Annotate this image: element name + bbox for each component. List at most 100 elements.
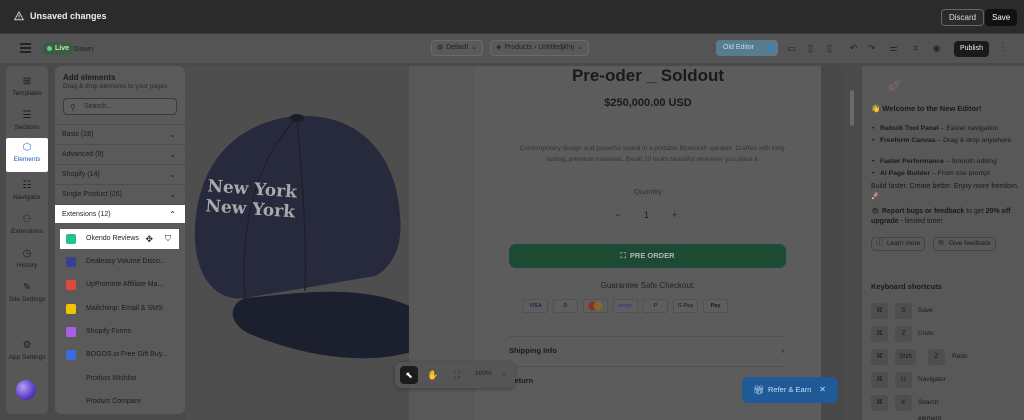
key: Z — [928, 349, 945, 365]
close-icon[interactable]: ✕ — [819, 377, 826, 403]
minus-icon[interactable]: − — [615, 210, 620, 220]
rail-item-label: Templates — [12, 90, 42, 97]
zoom-level[interactable]: 100% — [475, 370, 492, 377]
extension-product-compare[interactable]: Product Compare — [60, 392, 180, 412]
desktop-icon[interactable]: ▭ — [786, 43, 797, 54]
hand-tool-icon[interactable]: ✋ — [424, 366, 442, 384]
extension-uppromote[interactable]: UpPromote Affiliate Ma... — [60, 275, 180, 295]
extension-bogos[interactable]: BOGOS.io Free Gift Buy... — [60, 345, 180, 365]
rail-item-label: Extensions — [11, 228, 43, 235]
rail-item-elements[interactable]: ⬡ Elements — [6, 138, 48, 172]
rail-item-label: Elements — [13, 156, 41, 163]
visa-icon: VISA — [523, 299, 548, 313]
rail-item-label: Site Settings — [8, 296, 46, 303]
extension-okendo-reviews[interactable]: Okendo Reviews ✥ ⛉ — [60, 229, 179, 249]
extension-dealeasy[interactable]: Dealeasy Volume Disco... — [60, 252, 180, 272]
uppromote-logo-icon — [66, 280, 76, 290]
tablet-icon[interactable]: ▯ — [805, 43, 816, 54]
learn-more-button[interactable]: ⓘ Learn more — [871, 237, 926, 251]
paypal-icon: P — [643, 299, 668, 313]
chevron-down-icon[interactable]: ⌄ — [501, 369, 507, 377]
extension-label: UpPromote Affiliate Ma... — [86, 281, 164, 288]
shortcut-desc: Redo — [952, 353, 968, 360]
more-options-icon[interactable]: ⋮ — [998, 42, 1008, 53]
give-feedback-button[interactable]: ✉ Give feedback — [933, 237, 996, 251]
payment-icons: VISA D stripe P G Pay Pay — [523, 299, 728, 313]
rail-item-navigator[interactable]: ☷ Navigator — [6, 176, 48, 208]
welcome-title: 👋 Welcome to the New Editor! — [871, 104, 982, 113]
chevron-down-icon: ⌄ — [169, 170, 176, 179]
discard-button[interactable]: Discard — [941, 9, 985, 26]
rail-item-extensions[interactable]: ⚇ Extensions — [6, 210, 48, 242]
diners-icon: D — [553, 299, 578, 313]
feature-item: Rebuilt Tool Panel – Easier navigation — [872, 124, 1022, 133]
drag-move-icon[interactable]: ✥ — [145, 229, 153, 249]
canvas-toolbar: ⬉ ✋ ⛶ 100% ⌄ — [395, 362, 515, 388]
rail-item-history[interactable]: ◷ History — [6, 244, 48, 276]
quantity-label: Quantity — [634, 187, 662, 196]
code-icon[interactable]: ⌗ — [910, 43, 921, 54]
extension-shopify-forms[interactable]: Shopify Forms — [60, 322, 180, 342]
chevron-right-icon: › — [781, 346, 785, 355]
chevron-down-icon: ⌄ — [169, 150, 176, 159]
save-button[interactable]: Save — [985, 9, 1018, 26]
rail-item-sections[interactable]: ☰ Sections — [6, 106, 48, 138]
settings-sliders-icon[interactable]: ⚌ — [888, 43, 899, 54]
okendo-logo-icon — [66, 234, 76, 244]
panel-subtitle: Drag & drop elements to your pages — [63, 83, 168, 90]
page-select[interactable]: ◈ Products › Untitledjkhij ⌄ — [490, 40, 589, 56]
extension-product-wishlist[interactable]: Product Wishlist — [60, 369, 180, 389]
category-basic[interactable]: Basic (28) ⌄ — [55, 124, 185, 143]
sections-icon: ☰ — [22, 110, 32, 121]
category-advanced[interactable]: Advanced (9) ⌄ — [55, 144, 185, 163]
tagline: Build faster. Create better. Enjoy more … — [871, 183, 1019, 200]
category-shopify[interactable]: Shopify (14) ⌄ — [55, 164, 185, 183]
shortcut-desc: Navigator — [918, 376, 946, 383]
navigator-icon: ☷ — [22, 180, 32, 191]
preview-eye-icon[interactable]: ◉ — [931, 43, 942, 54]
undo-icon[interactable]: ↶ — [848, 43, 859, 54]
add-elements-panel: Add elements Drag & drop elements to you… — [55, 66, 185, 414]
shortcut-desc: Search element — [918, 399, 942, 420]
template-select[interactable]: ◍ Default ⌄ — [431, 40, 484, 56]
plus-icon[interactable]: + — [672, 210, 677, 220]
refer-earn-button[interactable]: 🎁︎ Refer & Earn ✕ — [742, 377, 838, 403]
preorder-button[interactable]: ⛶ PRE ORDER — [509, 244, 786, 268]
safe-checkout-label: Guarantee Safe Checkout: — [600, 281, 696, 290]
category-extensions[interactable]: Extensions (12) ⌃ — [55, 204, 185, 223]
scrollbar-thumb[interactable] — [850, 90, 854, 126]
category-label: Basic (28) — [62, 131, 94, 138]
key-cmd: ⌘ — [871, 395, 888, 411]
menu-icon[interactable] — [20, 43, 31, 53]
chevron-down-icon: ⌄ — [169, 190, 176, 199]
page-breadcrumb: Products › Untitledjkhij — [504, 44, 575, 51]
category-label: Advanced (9) — [62, 151, 104, 158]
quantity-stepper[interactable]: − 1 + — [609, 206, 685, 226]
product-description[interactable]: Contemporary design and powerful sound i… — [518, 143, 788, 165]
feature-item: Faster Performance – Smooth editing — [872, 157, 1022, 166]
rail-item-templates[interactable]: ⊞ Templates — [6, 72, 48, 104]
extension-mailchimp[interactable]: Mailchimp: Email & SMS — [60, 299, 180, 319]
product-title[interactable]: Pre-oder _ Soldout — [475, 66, 821, 86]
category-single-product[interactable]: Single Product (26) ⌄ — [55, 184, 185, 203]
shipping-info-accordion[interactable]: Shipping Info › — [509, 346, 786, 355]
rail-item-app-settings[interactable]: ⚙ App Settings — [6, 336, 48, 368]
feature-item: AI Page Builder – From one prompt — [872, 169, 1022, 178]
redo-icon[interactable]: ↷ — [866, 43, 877, 54]
rail-item-site-settings[interactable]: ✎ Site Settings — [6, 278, 48, 310]
divider — [509, 336, 786, 337]
product-price[interactable]: $250,000.00 USD — [475, 97, 821, 109]
mobile-icon[interactable]: ▯ — [824, 43, 835, 54]
shortcut-desc: Save — [918, 307, 933, 314]
warning-icon — [14, 11, 24, 21]
frame-tool-icon[interactable]: ⛶ — [448, 366, 466, 384]
search-input[interactable]: ⚲ Search... — [63, 98, 177, 115]
divider — [509, 366, 786, 367]
publish-button[interactable]: Publish — [954, 41, 989, 57]
app-settings-icon: ⚙ — [22, 340, 32, 351]
select-tool-icon[interactable]: ⬉ — [400, 366, 418, 384]
product-image[interactable]: New York New York — [185, 66, 431, 420]
cap-illustration: New York New York — [194, 114, 431, 359]
avatar[interactable] — [16, 380, 36, 400]
old-editor-toggle[interactable]: Old Editor — [716, 40, 778, 56]
